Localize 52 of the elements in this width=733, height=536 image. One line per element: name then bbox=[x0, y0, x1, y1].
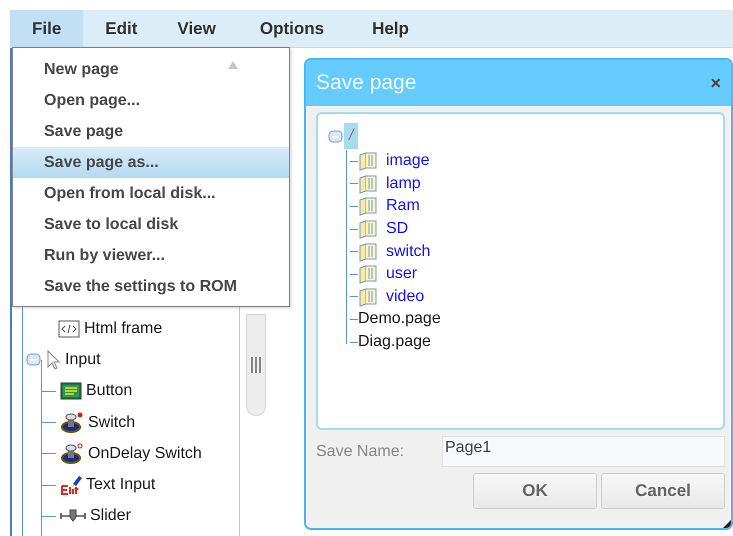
save-name-label: Save Name: bbox=[316, 442, 406, 460]
folder-item[interactable]: Ram bbox=[386, 197, 420, 216]
menu-item[interactable]: New page bbox=[13, 54, 289, 85]
toggle-switch-icon bbox=[60, 442, 84, 465]
tree-item[interactable]: Input bbox=[65, 350, 101, 369]
menu-item[interactable]: Save to local disk bbox=[13, 209, 289, 240]
menu-item[interactable]: Open page... bbox=[13, 85, 289, 116]
ok-button[interactable]: OK bbox=[473, 473, 597, 509]
toggle-switch-icon bbox=[60, 412, 84, 434]
folder-icon bbox=[358, 151, 378, 172]
menu-item[interactable]: Save the settings to ROM bbox=[13, 271, 289, 302]
tree-item[interactable]: Text Input bbox=[86, 476, 156, 494]
menu-item[interactable]: Open from local disk... bbox=[13, 178, 289, 209]
folder-item[interactable]: lamp bbox=[386, 174, 421, 193]
folder-icon bbox=[358, 174, 378, 194]
tree-item[interactable]: Switch bbox=[88, 414, 136, 432]
folder-item[interactable]: video bbox=[386, 288, 424, 306]
page-document-entry[interactable]: Demo.page bbox=[358, 310, 441, 328]
pencil-edit-icon bbox=[60, 474, 82, 496]
tree-item[interactable]: Html frame bbox=[84, 320, 162, 338]
scroll-up-icon bbox=[227, 60, 239, 70]
menu-item[interactable]: Help bbox=[350, 10, 431, 47]
close-button[interactable]: × bbox=[708, 72, 723, 94]
menu-item[interactable]: Options bbox=[238, 10, 350, 47]
splitter-handle[interactable] bbox=[246, 314, 266, 416]
folder-item[interactable]: user bbox=[386, 265, 418, 284]
folder-icon bbox=[358, 264, 378, 284]
grip-icon bbox=[250, 356, 262, 374]
html-frame-icon bbox=[58, 318, 80, 339]
menu-item[interactable]: File bbox=[10, 10, 84, 47]
menu-item[interactable]: Edit bbox=[83, 10, 160, 47]
page-document-entry[interactable]: Diag.page bbox=[358, 333, 431, 352]
folder-icon bbox=[358, 219, 378, 240]
menu-item[interactable]: View bbox=[159, 10, 238, 47]
menu-item[interactable]: Save page as... bbox=[13, 147, 289, 178]
folder-icon bbox=[358, 286, 378, 307]
resize-grip-icon bbox=[723, 520, 731, 528]
tree-item[interactable]: OnDelay Switch bbox=[88, 444, 202, 463]
folder-icon bbox=[358, 242, 378, 262]
button-icon bbox=[60, 381, 82, 402]
folder-item[interactable]: image bbox=[386, 152, 430, 170]
cursor-icon bbox=[45, 348, 61, 371]
dialog-title: Save page bbox=[316, 71, 416, 95]
folder-item[interactable]: switch bbox=[386, 242, 430, 261]
menu-item[interactable]: Run by viewer... bbox=[13, 240, 289, 271]
cancel-button[interactable]: Cancel bbox=[601, 473, 725, 509]
menu-item[interactable]: Save page bbox=[13, 116, 289, 147]
folder-item[interactable]: SD bbox=[386, 220, 408, 238]
tree-item[interactable]: Slider bbox=[90, 507, 131, 526]
tree-item[interactable]: Button bbox=[86, 382, 132, 400]
folder-icon bbox=[358, 196, 378, 216]
save-name-field[interactable]: Page1 bbox=[442, 436, 725, 467]
